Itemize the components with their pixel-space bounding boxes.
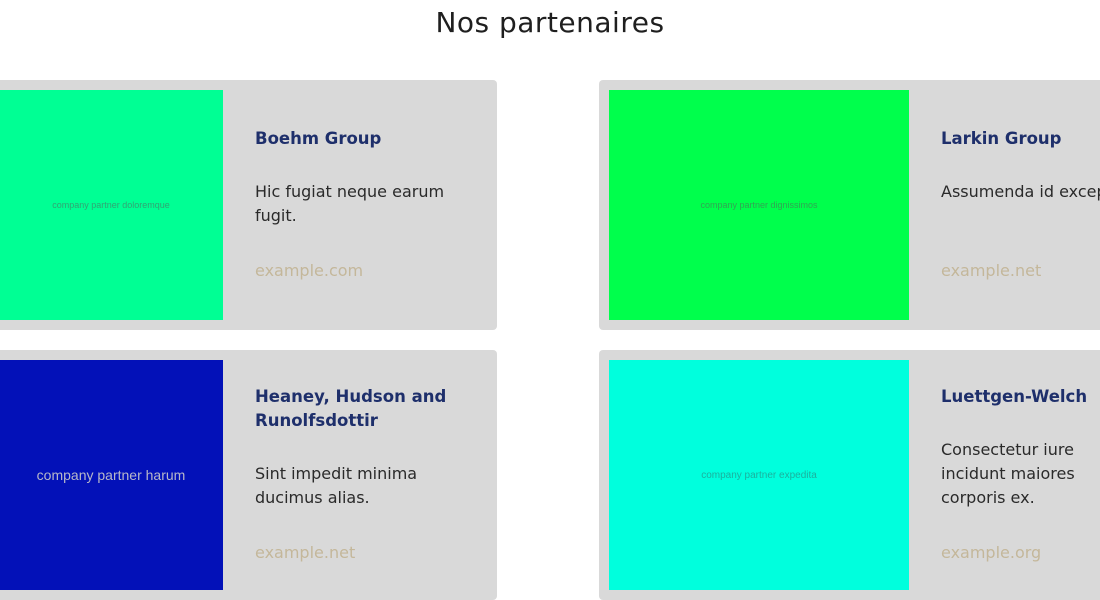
partner-card: company partner doloremque Boehm Group H… bbox=[0, 80, 497, 330]
partner-card: company partner harum Heaney, Hudson and… bbox=[0, 350, 497, 600]
partner-name: Larkin Group bbox=[941, 129, 1062, 148]
partner-card: company partner expedita Luettgen-Welch … bbox=[599, 350, 1100, 600]
partner-website-link[interactable]: example.org bbox=[941, 541, 1041, 565]
partners-page: Nos partenaires company partner doloremq… bbox=[0, 0, 1100, 600]
partner-logo: company partner dignissimos bbox=[609, 90, 909, 320]
partner-info: Larkin Group Assumenda id excep ea qui. … bbox=[941, 80, 1100, 330]
partner-name: Luettgen-Welch bbox=[941, 387, 1088, 406]
partner-logo-alt-text: company partner expedita bbox=[701, 469, 817, 481]
partner-name: Boehm Group bbox=[255, 129, 382, 148]
partner-logo: company partner harum bbox=[0, 360, 223, 590]
partner-website-link[interactable]: example.net bbox=[255, 541, 355, 565]
partner-description: Hic fugiat neque earum fugit. bbox=[255, 182, 445, 225]
partner-info: Boehm Group Hic fugiat neque earum fugit… bbox=[255, 80, 485, 330]
partner-description: Sint impedit minima ducimus alias. bbox=[255, 464, 418, 507]
partner-website-link[interactable]: example.net bbox=[941, 259, 1041, 283]
partner-name: Heaney, Hudson and Runolfsdottir bbox=[255, 387, 447, 430]
partner-logo-alt-text: company partner harum bbox=[36, 467, 186, 483]
partner-logo: company partner doloremque bbox=[0, 90, 223, 320]
partner-website-link[interactable]: example.com bbox=[255, 259, 363, 283]
partner-logo-alt-text: company partner doloremque bbox=[52, 200, 170, 210]
partner-description: Consectetur iure incidunt maiores corpor… bbox=[941, 440, 1075, 507]
partner-description: Assumenda id excep ea qui. bbox=[941, 182, 1100, 201]
partner-logo: company partner expedita bbox=[609, 360, 909, 590]
partner-card: company partner dignissimos Larkin Group… bbox=[599, 80, 1100, 330]
partner-info: Luettgen-Welch Consectetur iure incidunt… bbox=[941, 350, 1100, 600]
page-title: Nos partenaires bbox=[435, 6, 665, 39]
partner-logo-alt-text: company partner dignissimos bbox=[700, 200, 818, 210]
partner-info: Heaney, Hudson and Runolfsdottir Sint im… bbox=[255, 350, 485, 600]
